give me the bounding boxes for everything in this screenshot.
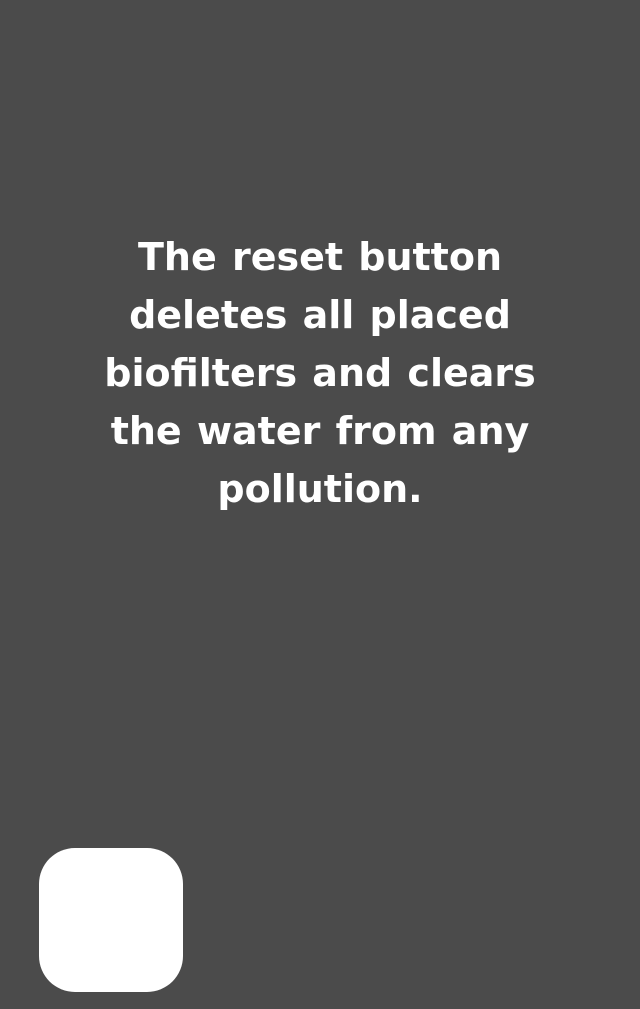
tutorial-message: The reset button deletes all placed biof… xyxy=(104,235,536,511)
reset-button[interactable] xyxy=(39,848,183,992)
tutorial-screen: The reset button deletes all placed biof… xyxy=(0,0,640,1009)
